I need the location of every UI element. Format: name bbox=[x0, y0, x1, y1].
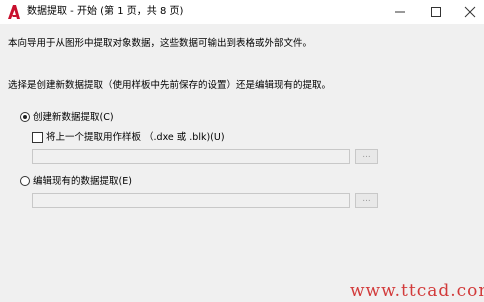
prompt-text: 选择是创建新数据提取（使用样板中先前保存的设置）还是编辑现有的提取。 bbox=[8, 80, 332, 91]
create-new-radio[interactable] bbox=[20, 112, 30, 122]
radio-selected-dot bbox=[23, 115, 27, 119]
close-button[interactable] bbox=[452, 0, 484, 24]
data-extraction-dialog: 数据提取 - 开始 (第 1 页，共 8 页) 本向导用于从图形中提取对象数据，… bbox=[0, 0, 484, 302]
intro-text: 本向导用于从图形中提取对象数据，这些数据可输出到表格或外部文件。 bbox=[8, 38, 313, 49]
minimize-button[interactable] bbox=[382, 0, 418, 24]
existing-browse-button[interactable]: ... bbox=[355, 193, 378, 208]
template-browse-button[interactable]: ... bbox=[355, 149, 378, 164]
create-new-label[interactable]: 创建新数据提取(C) bbox=[33, 111, 114, 124]
window-title: 数据提取 - 开始 (第 1 页，共 8 页) bbox=[27, 6, 184, 17]
template-path-input[interactable] bbox=[32, 149, 350, 164]
existing-path-input[interactable] bbox=[32, 193, 350, 208]
use-template-label[interactable]: 将上一个提取用作样板 （.dxe 或 .blk)(U) bbox=[46, 131, 225, 144]
site-watermark: www.ttcad.com bbox=[350, 281, 484, 301]
maximize-icon bbox=[431, 7, 441, 17]
edit-existing-radio[interactable] bbox=[20, 176, 30, 186]
title-bar[interactable]: 数据提取 - 开始 (第 1 页，共 8 页) bbox=[0, 0, 484, 24]
use-template-checkbox[interactable] bbox=[32, 132, 43, 143]
edit-existing-label[interactable]: 编辑现有的数据提取(E) bbox=[33, 175, 132, 188]
close-icon bbox=[464, 6, 476, 18]
minimize-icon bbox=[395, 11, 405, 13]
maximize-button[interactable] bbox=[418, 0, 454, 24]
autocad-app-icon bbox=[8, 5, 20, 19]
